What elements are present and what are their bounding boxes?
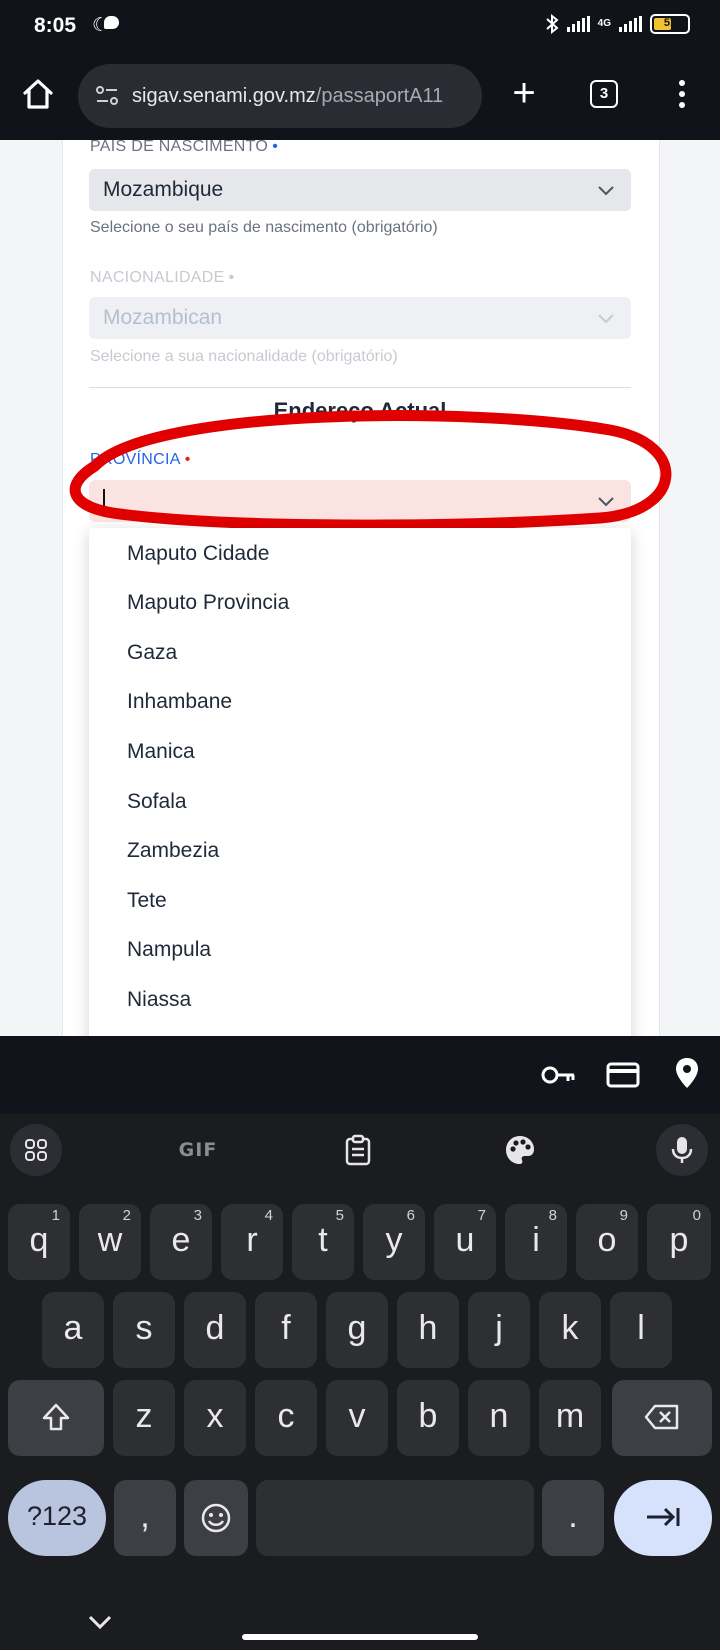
option-niassa[interactable]: Niassa (127, 988, 191, 1012)
key-j[interactable]: j (468, 1292, 530, 1368)
clipboard-icon (345, 1134, 371, 1166)
battery-icon: 51 (650, 14, 690, 34)
red-circle-annotation (69, 410, 672, 531)
option-inhambane[interactable]: Inhambane (127, 690, 232, 714)
apps-grid-icon (25, 1139, 47, 1161)
battery-level: 51 (663, 17, 677, 29)
new-tab-button[interactable]: + (508, 73, 540, 114)
key-e[interactable]: e3 (150, 1204, 212, 1280)
key-p[interactable]: p0 (647, 1204, 711, 1280)
url-path: /passaportA11 (315, 84, 444, 107)
apps-grid-button[interactable] (10, 1124, 62, 1176)
bluetooth-icon (545, 14, 559, 34)
key-i[interactable]: i8 (505, 1204, 567, 1280)
url-host: sigav.senami.gov.mz (132, 84, 316, 107)
home-icon[interactable] (20, 76, 56, 112)
key-k[interactable]: k (539, 1292, 601, 1368)
site-settings-icon[interactable] (94, 83, 120, 109)
option-manica[interactable]: Manica (127, 740, 195, 764)
chat-notification-icon (104, 16, 119, 29)
symbols-key[interactable]: ?123 (8, 1480, 106, 1556)
address-bar[interactable]: sigav.senami.gov.mz/passaportA11 (78, 64, 482, 128)
option-maputo-provincia[interactable]: Maputo Provincia (127, 591, 289, 615)
palette-icon (506, 1136, 534, 1164)
key-z[interactable]: z (113, 1380, 175, 1456)
emoji-key[interactable] (184, 1480, 248, 1556)
status-bar: 8:05 ☾ 4G 51 (0, 0, 720, 54)
option-nampula[interactable]: Nampula (127, 938, 211, 962)
key-g[interactable]: g (326, 1292, 388, 1368)
key-u[interactable]: u7 (434, 1204, 496, 1280)
key-o[interactable]: o9 (576, 1204, 638, 1280)
option-tete[interactable]: Tete (127, 889, 167, 913)
key-b[interactable]: b (397, 1380, 459, 1456)
hide-keyboard-icon[interactable] (86, 1608, 114, 1636)
key-y[interactable]: y6 (363, 1204, 425, 1280)
gif-label: GIF (178, 1139, 218, 1161)
more-menu-button[interactable] (670, 76, 694, 112)
key-c[interactable]: c (255, 1380, 317, 1456)
shift-key[interactable] (8, 1380, 104, 1456)
key-m[interactable]: m (539, 1380, 601, 1456)
gesture-bar[interactable] (242, 1634, 478, 1640)
option-sofala[interactable]: Sofala (127, 790, 187, 814)
autofill-bar (0, 1036, 720, 1114)
signal-icon-2 (619, 16, 642, 32)
key-a[interactable]: a (42, 1292, 104, 1368)
key-x[interactable]: x (184, 1380, 246, 1456)
theme-button[interactable] (494, 1124, 546, 1176)
credit-card-icon[interactable] (606, 1060, 640, 1090)
option-maputo-cidade[interactable]: Maputo Cidade (127, 542, 269, 566)
clipboard-button[interactable] (332, 1124, 384, 1176)
signal-icon (566, 16, 590, 32)
option-gaza[interactable]: Gaza (127, 641, 177, 665)
microphone-icon (671, 1137, 693, 1163)
location-pin-icon[interactable] (674, 1056, 700, 1090)
key-n[interactable]: n (468, 1380, 530, 1456)
web-content: PAÍS DE NASCIMENTO • Mozambique Selecione… (0, 140, 720, 1036)
shift-icon (42, 1403, 70, 1431)
key-r[interactable]: r4 (221, 1204, 283, 1280)
tab-switcher-button[interactable]: 3 (590, 80, 618, 108)
status-indicators: 4G 51 (545, 14, 690, 34)
key-v[interactable]: v (326, 1380, 388, 1456)
emoji-icon (201, 1503, 231, 1533)
key-t[interactable]: t5 (292, 1204, 354, 1280)
option-zambezia[interactable]: Zambezia (127, 839, 219, 863)
period-key[interactable]: . (542, 1480, 604, 1556)
key-s[interactable]: s (113, 1292, 175, 1368)
key-w[interactable]: w2 (79, 1204, 141, 1280)
network-type: 4G (597, 18, 611, 29)
key-q[interactable]: q1 (8, 1204, 70, 1280)
gif-button[interactable]: GIF (172, 1124, 224, 1176)
key-icon[interactable] (540, 1060, 578, 1090)
backspace-key[interactable] (612, 1380, 712, 1456)
comma-key[interactable]: , (114, 1480, 176, 1556)
space-key[interactable] (256, 1480, 534, 1556)
status-time: 8:05 (34, 14, 77, 37)
backspace-icon (644, 1404, 679, 1430)
province-dropdown: Maputo Cidade Maputo Provincia Gaza Inha… (89, 528, 631, 1036)
next-arrow-icon (647, 1507, 680, 1527)
key-h[interactable]: h (397, 1292, 459, 1368)
next-key[interactable] (614, 1480, 712, 1556)
keyboard: GIF q1 w2 e3 r4 t5 y6 u7 i8 o9 p0 a s d … (0, 1114, 720, 1650)
key-f[interactable]: f (255, 1292, 317, 1368)
url-text: sigav.senami.gov.mz/passaportA11 (132, 85, 443, 108)
voice-input-button[interactable] (656, 1124, 708, 1176)
browser-toolbar: sigav.senami.gov.mz/passaportA11 + 3 (0, 54, 720, 140)
key-d[interactable]: d (184, 1292, 246, 1368)
key-l[interactable]: l (610, 1292, 672, 1368)
